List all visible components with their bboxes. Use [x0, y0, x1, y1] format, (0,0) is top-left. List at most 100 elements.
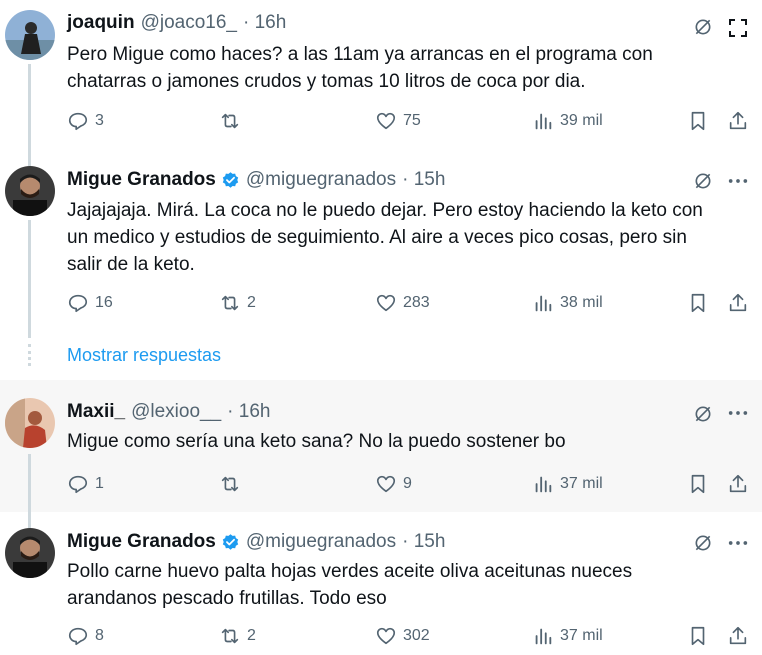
retweet-button[interactable] [219, 110, 247, 132]
retweet-icon [221, 628, 239, 644]
tweet-text-line: arandanos pescado frutillas. Todo eso [67, 588, 387, 609]
reply-icon [68, 627, 88, 646]
thread-line [28, 64, 31, 160]
avatar[interactable] [5, 528, 55, 578]
reply-button[interactable]: 3 [67, 110, 104, 132]
like-icon [376, 294, 396, 312]
like-button[interactable]: 283 [375, 292, 430, 314]
grok-icon[interactable] [693, 533, 713, 553]
share-button[interactable] [727, 625, 749, 647]
grok-icon[interactable] [693, 171, 713, 191]
view-count: 39 mil [560, 112, 603, 129]
grok-icon[interactable] [693, 404, 713, 424]
avatar[interactable] [5, 10, 55, 60]
retweet-count: 2 [247, 627, 256, 644]
tweet-text-line: Pollo carne huevo palta hojas verdes ace… [67, 561, 633, 582]
bookmark-button[interactable] [687, 625, 709, 647]
bookmark-button[interactable] [687, 110, 709, 132]
tweet-text-line: un medico y estudios de seguimiento. Al … [67, 227, 687, 248]
tweet-text-line: Pero Migue como haces? a las 11am ya arr… [67, 44, 653, 65]
tweet-time[interactable]: · 16h [227, 401, 270, 423]
retweet-icon [221, 113, 239, 129]
reply-count: 8 [95, 627, 104, 644]
like-icon [376, 475, 396, 493]
share-button[interactable] [727, 110, 749, 132]
view-count: 37 mil [560, 627, 603, 644]
like-button[interactable]: 75 [375, 110, 421, 132]
views-button[interactable]: 39 mil [532, 110, 603, 132]
author-name[interactable]: Migue Granados [67, 169, 216, 191]
tweet-time[interactable]: · 16h [243, 12, 286, 34]
tweet-maxii[interactable]: Maxii_ @lexioo__ · 16h Migue como sería … [0, 380, 762, 512]
retweet-button[interactable] [219, 473, 247, 495]
reply-count: 1 [95, 475, 104, 492]
views-icon [535, 476, 552, 493]
thread-line [28, 220, 31, 338]
tweet-time[interactable]: · 15h [402, 531, 445, 553]
tweet-text: Pollo carne huevo palta hojas verdes ace… [67, 558, 747, 612]
views-icon [535, 628, 552, 645]
reply-button[interactable]: 8 [67, 625, 104, 647]
reply-button[interactable]: 1 [67, 473, 104, 495]
author-handle[interactable]: @miguegranados [246, 169, 396, 191]
views-button[interactable]: 37 mil [532, 473, 603, 495]
more-icon[interactable] [727, 171, 749, 191]
grok-icon[interactable] [693, 17, 713, 37]
share-icon [729, 111, 747, 130]
retweet-button[interactable]: 2 [219, 625, 256, 647]
author-handle[interactable]: @lexioo__ [131, 401, 221, 423]
bookmark-button[interactable] [687, 473, 709, 495]
tweet-text: Jajajajaja. Mirá. La coca no le puedo de… [67, 197, 747, 278]
bookmark-icon [691, 293, 705, 313]
author-handle[interactable]: @miguegranados [246, 531, 396, 553]
views-button[interactable]: 37 mil [532, 625, 603, 647]
author-name[interactable]: joaquin [67, 12, 135, 34]
views-icon [535, 113, 552, 130]
share-button[interactable] [727, 292, 749, 314]
tweet-text-line: Migue como sería una keto sana? No la pu… [67, 431, 566, 452]
views-button[interactable]: 38 mil [532, 292, 603, 314]
author-handle[interactable]: @joaco16_ [141, 12, 237, 34]
like-button[interactable]: 9 [375, 473, 412, 495]
author-name[interactable]: Maxii_ [67, 401, 125, 423]
share-button[interactable] [727, 473, 749, 495]
expand-icon[interactable] [728, 18, 748, 38]
show-replies-link[interactable]: Mostrar respuestas [67, 345, 221, 366]
tweet-text: Migue como sería una keto sana? No la pu… [67, 428, 747, 455]
tweet-actions: 1 9 37 mil [67, 473, 757, 499]
more-icon[interactable] [727, 403, 749, 423]
author-name[interactable]: Migue Granados [67, 531, 216, 553]
tweet-header: Migue Granados @miguegranados · 15h [67, 169, 445, 191]
reply-count: 3 [95, 112, 104, 129]
tweet-actions: 8 2 302 37 mil [67, 625, 757, 651]
verified-badge-icon [222, 171, 239, 188]
avatar[interactable] [5, 166, 55, 216]
tweet-migue-1[interactable]: Migue Granados @miguegranados · 15h Jaja… [0, 160, 762, 338]
like-icon [376, 112, 396, 130]
thread-dots [28, 344, 34, 366]
tweet-migue-2[interactable]: Migue Granados @miguegranados · 15h Poll… [0, 512, 762, 655]
reply-icon [68, 294, 88, 313]
tweet-actions: 16 2 283 38 mil [67, 292, 757, 318]
tweet-text: Pero Migue como haces? a las 11am ya arr… [67, 41, 747, 95]
tweet-actions: 3 75 39 mil [67, 110, 757, 136]
thread-line [28, 454, 31, 512]
more-icon[interactable] [727, 533, 749, 553]
reply-button[interactable]: 16 [67, 292, 113, 314]
retweet-icon [221, 295, 239, 311]
retweet-button[interactable]: 2 [219, 292, 256, 314]
tweet-text-line: Jajajajaja. Mirá. La coca no le puedo de… [67, 200, 703, 221]
tweet-time[interactable]: · 15h [402, 169, 445, 191]
avatar[interactable] [5, 398, 55, 448]
views-icon [535, 295, 552, 312]
tweet-text-line: chatarras o jamones crudos y tomas 10 li… [67, 71, 586, 92]
tweet-joaquin[interactable]: joaquin @joaco16_ · 16h Pero Migue como … [0, 0, 762, 160]
reply-count: 16 [95, 294, 113, 311]
bookmark-icon [691, 626, 705, 646]
bookmark-button[interactable] [687, 292, 709, 314]
share-icon [729, 474, 747, 493]
tweet-header: Migue Granados @miguegranados · 15h [67, 531, 445, 553]
bookmark-icon [691, 111, 705, 131]
like-button[interactable]: 302 [375, 625, 430, 647]
thread-line [28, 512, 31, 528]
